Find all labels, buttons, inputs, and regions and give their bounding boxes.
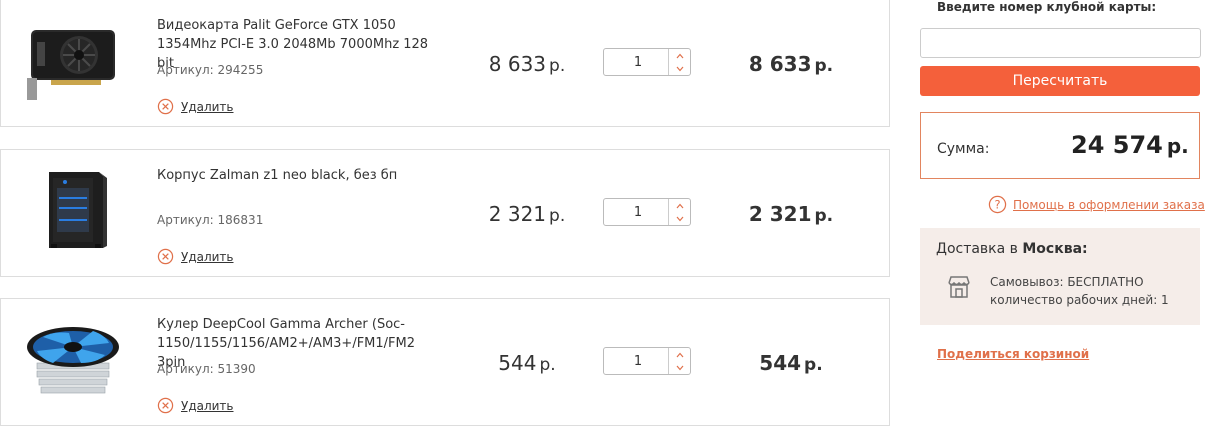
cpu-cooler-icon[interactable]	[23, 319, 123, 399]
currency: р.	[549, 56, 566, 76]
chevron-down-icon	[676, 216, 683, 221]
remove-item-button[interactable]: Удалить	[157, 98, 234, 115]
help-question-icon: ?	[988, 195, 1007, 214]
sku-value: 51390	[217, 362, 256, 376]
quantity-stepper[interactable]	[603, 198, 691, 226]
pc-case-icon[interactable]	[23, 170, 123, 250]
quantity-input[interactable]	[604, 49, 668, 75]
quantity-increase-button[interactable]	[669, 199, 690, 212]
pickup-days: количество рабочих дней: 1	[990, 293, 1169, 307]
order-sum-box: Сумма: 24 574 р.	[920, 112, 1200, 179]
share-cart-link[interactable]: Поделиться корзиной	[937, 347, 1089, 361]
total-price-value: 8 633	[748, 52, 812, 76]
remove-link[interactable]: Удалить	[181, 100, 234, 114]
quantity-decrease-button[interactable]	[669, 212, 690, 225]
sku-label: Артикул:	[157, 213, 214, 227]
remove-circle-icon	[157, 98, 174, 115]
pickup-info: Самовывоз: БЕСПЛАТНО количество рабочих …	[990, 273, 1169, 309]
quantity-arrows	[668, 348, 690, 374]
svg-text:?: ?	[994, 197, 1000, 211]
product-name[interactable]: Корпус Zalman z1 neo black, без бп	[157, 166, 447, 185]
chevron-down-icon	[676, 365, 683, 370]
store-icon	[948, 276, 970, 298]
quantity-decrease-button[interactable]	[669, 62, 690, 75]
club-card-label: Введите номер клубной карты:	[937, 0, 1157, 14]
total-price-value: 544	[759, 351, 802, 375]
delivery-city[interactable]: Москва:	[1022, 241, 1087, 257]
total-price: 2 321 р.	[731, 202, 851, 226]
graphics-card-icon[interactable]	[23, 20, 123, 100]
currency: р.	[549, 206, 566, 226]
quantity-stepper[interactable]	[603, 48, 691, 76]
chevron-up-icon	[676, 53, 683, 58]
product-sku: Артикул: 186831	[157, 213, 263, 227]
help-link-text[interactable]: Помощь в оформлении заказа	[1013, 198, 1205, 212]
delivery-prefix: Доставка в	[936, 241, 1018, 257]
quantity-arrows	[668, 199, 690, 225]
unit-price: 544 р.	[467, 351, 587, 375]
unit-price-value: 8 633	[488, 52, 547, 76]
recalculate-button[interactable]: Пересчитать	[920, 66, 1200, 96]
delivery-info-box: Доставка в Москва: Самовывоз: БЕСПЛАТНО …	[920, 228, 1200, 325]
sum-amount: 24 574	[1071, 131, 1163, 159]
total-price: 544 р.	[731, 351, 851, 375]
unit-price: 2 321 р.	[467, 202, 587, 226]
currency: р.	[814, 206, 834, 226]
unit-price-value: 2 321	[488, 202, 547, 226]
product-sku: Артикул: 51390	[157, 362, 256, 376]
currency: р.	[814, 56, 834, 76]
sum-value: 24 574 р.	[1071, 131, 1189, 159]
quantity-increase-button[interactable]	[669, 348, 690, 361]
chevron-down-icon	[676, 66, 683, 71]
remove-link[interactable]: Удалить	[181, 399, 234, 413]
quantity-input[interactable]	[604, 199, 668, 225]
sum-label: Сумма:	[937, 141, 990, 157]
cart-item-card: Кулер DeepCool Gamma Archer (Soc-1150/11…	[0, 298, 890, 426]
product-sku: Артикул: 294255	[157, 63, 263, 77]
cart-item-card: Корпус Zalman z1 neo black, без бп Артик…	[0, 149, 890, 277]
sku-value: 294255	[217, 63, 264, 77]
currency: р.	[539, 355, 556, 375]
currency: р.	[804, 355, 823, 375]
remove-item-button[interactable]: Удалить	[157, 397, 234, 414]
remove-circle-icon	[157, 248, 174, 265]
quantity-stepper[interactable]	[603, 347, 691, 375]
total-price-value: 2 321	[748, 202, 812, 226]
sku-label: Артикул:	[157, 63, 214, 77]
sku-label: Артикул:	[157, 362, 214, 376]
quantity-decrease-button[interactable]	[669, 361, 690, 374]
club-card-input[interactable]	[920, 28, 1201, 58]
cart-item-card: Видеокарта Palit GeForce GTX 1050 1354Mh…	[0, 0, 890, 127]
total-price: 8 633 р.	[731, 52, 851, 76]
currency: р.	[1166, 134, 1189, 158]
unit-price: 8 633 р.	[467, 52, 587, 76]
unit-price-value: 544	[498, 351, 537, 375]
order-help-link[interactable]: ? Помощь в оформлении заказа	[988, 195, 1205, 214]
sku-value: 186831	[217, 213, 264, 227]
quantity-input[interactable]	[604, 348, 668, 374]
remove-circle-icon	[157, 397, 174, 414]
chevron-up-icon	[676, 203, 683, 208]
quantity-arrows	[668, 49, 690, 75]
quantity-increase-button[interactable]	[669, 49, 690, 62]
remove-link[interactable]: Удалить	[181, 250, 234, 264]
delivery-title: Доставка в Москва:	[936, 241, 1088, 257]
chevron-up-icon	[676, 352, 683, 357]
pickup-cost: Самовывоз: БЕСПЛАТНО	[990, 275, 1144, 289]
remove-item-button[interactable]: Удалить	[157, 248, 234, 265]
